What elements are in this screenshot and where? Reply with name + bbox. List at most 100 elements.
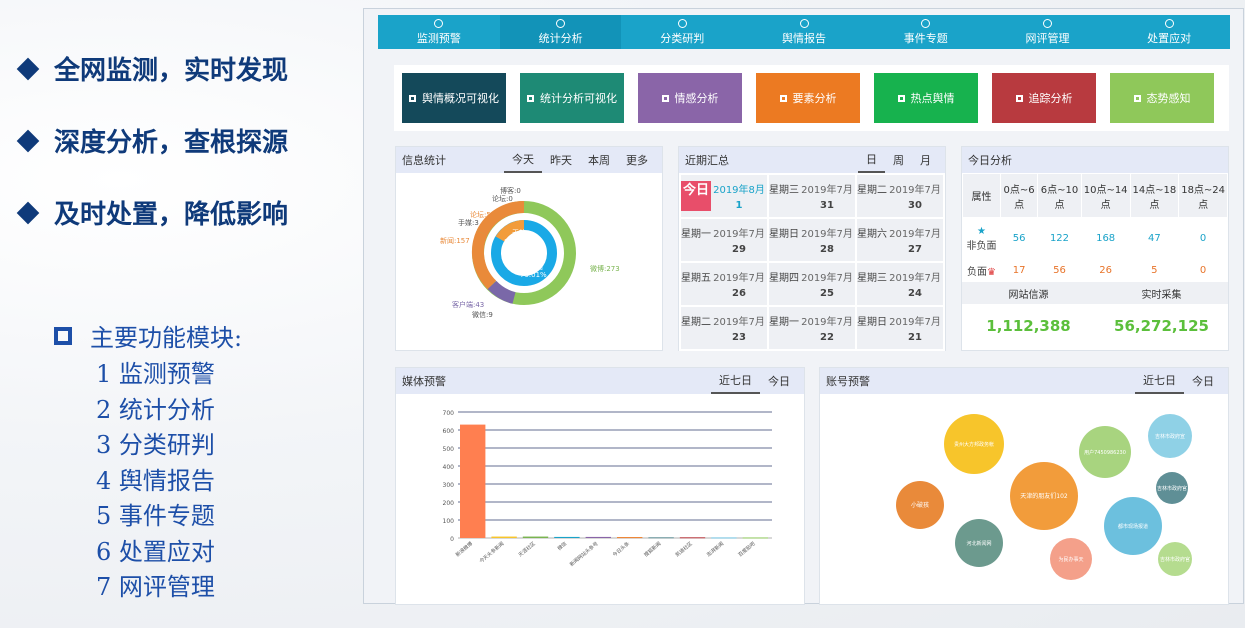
nav-label: 监测预警 <box>416 31 461 45</box>
tab-more[interactable]: 更多 <box>618 147 656 173</box>
bar[interactable] <box>742 537 768 539</box>
tile-hot[interactable]: 热点舆情 <box>874 73 978 123</box>
tab-seven-days[interactable]: 近七日 <box>711 368 760 394</box>
panel-title: 媒体预警 <box>402 375 446 388</box>
cell-value: 0 <box>1178 259 1228 282</box>
cell-value: 47 <box>1129 217 1180 260</box>
tab-month[interactable]: 月 <box>912 147 939 173</box>
calendar-cell[interactable]: 星期三 2019年7月 31 <box>767 173 857 219</box>
nav-icon <box>434 18 444 28</box>
tile-situation[interactable]: 态势感知 <box>1110 73 1214 123</box>
slice-label: 论坛:0 <box>492 194 513 203</box>
module-item: 5 事件专题 <box>96 502 215 530</box>
calendar-cell[interactable]: 星期六 2019年7月 27 <box>855 217 945 263</box>
bubble-label: 贵州大方邦政务帐 <box>954 441 994 448</box>
calendar-cell[interactable]: 星期二 2019年7月 23 <box>679 305 769 351</box>
nav-label: 事件专题 <box>903 31 948 45</box>
tile-tracking[interactable]: 追踪分析 <box>992 73 1096 123</box>
chart-icon <box>1133 94 1141 102</box>
bar[interactable] <box>491 536 517 538</box>
bar[interactable] <box>460 424 486 538</box>
nav-event[interactable]: 事件专题 <box>865 15 987 49</box>
calendar-cell[interactable]: 星期一 2019年7月 22 <box>767 305 857 351</box>
tile-sentiment[interactable]: 情感分析 <box>638 73 742 123</box>
nav-label: 舆情报告 <box>782 31 827 45</box>
nav-statistics[interactable]: 统计分析 <box>499 15 622 49</box>
bullet-text: 深度分析，查根探源 <box>54 128 289 158</box>
bar[interactable] <box>554 536 580 538</box>
nav-report[interactable]: 舆情报告 <box>743 15 865 49</box>
bubble-label: 吉林市政府宣 <box>1155 433 1185 440</box>
chart-icon <box>779 94 787 102</box>
calendar-table: 今日 2019年8月 1 星期三 2019年7月 31 星期二 2019年7月 30 星期一… <box>679 173 945 351</box>
calendar-cell[interactable]: 星期五 2019年7月 26 <box>679 261 769 307</box>
calendar-cell[interactable]: 星期三 2019年7月 24 <box>855 261 945 307</box>
nav-classify[interactable]: 分类研判 <box>621 15 743 49</box>
cell-date: 2019年7月 <box>713 273 765 284</box>
bubble-label: 天津的朋友们102 <box>1020 492 1068 500</box>
tile-statistics[interactable]: 统计分析可视化 <box>520 73 624 123</box>
cell-value: 0 <box>1178 217 1228 260</box>
nav-response[interactable]: 处置应对 <box>1108 15 1230 49</box>
y-tick-label: 0 <box>450 536 454 543</box>
tab-today[interactable]: 今日 <box>760 368 798 394</box>
cell-date: 2019年7月 <box>889 273 941 284</box>
nav-icon <box>556 18 566 28</box>
tab-today[interactable]: 今日 <box>1184 368 1222 394</box>
chart-icon <box>527 94 534 102</box>
bubble-label: 小破孩 <box>911 501 929 509</box>
tab-yesterday[interactable]: 昨天 <box>542 147 580 173</box>
nav-monitor[interactable]: 监测预警 <box>378 15 500 49</box>
col-header: 14点~18点 <box>1129 173 1180 218</box>
tile-label: 追踪分析 <box>1028 92 1073 105</box>
calendar-cell[interactable]: 星期四 2019年7月 25 <box>767 261 857 307</box>
y-tick-label: 200 <box>443 500 455 507</box>
nav-comment[interactable]: 网评管理 <box>987 15 1109 49</box>
x-tick-label: 今日头条 <box>611 540 631 558</box>
cell-date: 2019年7月 <box>713 317 765 328</box>
footer-label: 网站信源 <box>1008 289 1049 301</box>
bar[interactable] <box>522 536 549 538</box>
x-tick-label: 凯迪社区 <box>674 540 694 558</box>
bar[interactable] <box>585 536 611 538</box>
cell-count: 27 <box>908 244 922 255</box>
tab-week[interactable]: 周 <box>885 147 912 173</box>
bar[interactable] <box>617 537 643 539</box>
calendar-cell[interactable]: 星期日 2019年7月 28 <box>767 217 857 263</box>
cell-date: 2019年7月 <box>801 185 853 196</box>
chart-icon <box>1015 94 1023 102</box>
calendar-cell[interactable]: 星期二 2019年7月 30 <box>855 173 945 219</box>
bar[interactable] <box>711 537 737 539</box>
cell-weekday: 星期二 <box>857 185 887 196</box>
panel-title: 今日分析 <box>968 154 1012 167</box>
star-icon: ★ <box>977 225 986 237</box>
cell-weekday: 星期日 <box>857 317 887 328</box>
bar[interactable] <box>679 537 706 539</box>
calendar-cell[interactable]: 星期日 2019年7月 21 <box>855 305 945 351</box>
cell-count: 26 <box>732 288 746 299</box>
tile-label: 热点舆情 <box>910 92 955 105</box>
bullet-1: 全网监测，实时发现 <box>16 50 288 87</box>
tab-week[interactable]: 本周 <box>580 147 618 173</box>
nav-icon <box>677 18 687 28</box>
diamond-icon <box>16 129 40 152</box>
tile-overview[interactable]: 舆情概况可视化 <box>402 73 506 123</box>
bar[interactable] <box>648 537 674 539</box>
tab-seven-days[interactable]: 近七日 <box>1135 368 1184 394</box>
tile-elements[interactable]: 要素分析 <box>756 73 860 123</box>
cell-count: 22 <box>820 332 834 343</box>
x-tick-label: 百度贴吧 <box>737 540 757 558</box>
tab-day[interactable]: 日 <box>858 147 885 173</box>
tab-today[interactable]: 今天 <box>504 147 542 173</box>
calendar-cell-today[interactable]: 今日 2019年8月 1 <box>679 173 769 219</box>
cell-weekday: 星期四 <box>769 273 799 284</box>
chart-icon <box>897 94 905 102</box>
y-tick-label: 100 <box>443 518 455 525</box>
module-item: 1 监测预警 <box>96 360 215 388</box>
nav-label: 分类研判 <box>660 31 705 45</box>
col-header: 18点~24点 <box>1178 173 1228 218</box>
cell-date: 2019年7月 <box>713 229 765 240</box>
today-badge: 今日 <box>681 181 711 211</box>
x-tick-label: 天涯社区 <box>517 540 537 558</box>
calendar-cell[interactable]: 星期一 2019年7月 29 <box>679 217 769 263</box>
